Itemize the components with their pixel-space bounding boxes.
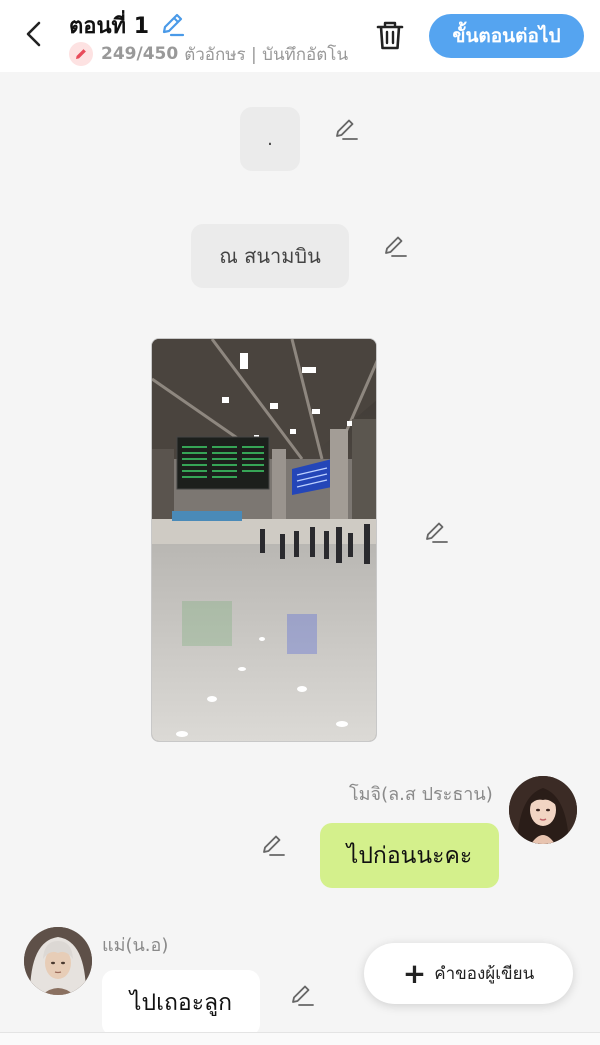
edit-pencil-icon[interactable] bbox=[289, 982, 315, 1008]
top-bar: ตอนที่ 1 249/450 ตัวอักษร | บันทึกอัตโนม… bbox=[0, 0, 600, 72]
plus-icon: + bbox=[402, 956, 427, 990]
trash-icon[interactable] bbox=[372, 18, 408, 54]
pencil-icon bbox=[69, 42, 93, 66]
narration-bubble[interactable]: . bbox=[240, 107, 300, 171]
story-image[interactable] bbox=[151, 338, 377, 742]
edit-pencil-icon[interactable] bbox=[382, 233, 408, 259]
author-note-button[interactable]: + คำของผู้เขียน bbox=[364, 943, 573, 1004]
edit-pencil-icon[interactable] bbox=[423, 519, 449, 545]
airport-photo bbox=[152, 339, 376, 741]
edit-title-icon[interactable] bbox=[158, 10, 186, 38]
speaker-name: โมจิ(ล.ส ประธาน) bbox=[349, 784, 493, 805]
character-count-suffix: ตัวอักษร | บันทึกอัตโนมัติ bbox=[184, 44, 349, 65]
speaker-name: แม่(น.อ) bbox=[102, 935, 169, 956]
back-button[interactable] bbox=[14, 14, 54, 54]
narration-bubble[interactable]: ณ สนามบิน bbox=[191, 224, 349, 288]
character-avatar[interactable] bbox=[509, 776, 577, 844]
author-note-label: คำของผู้เขียน bbox=[434, 964, 535, 984]
edit-pencil-icon[interactable] bbox=[260, 832, 286, 858]
autosave-status: 249/450 ตัวอักษร | บันทึกอัตโนมัติ bbox=[69, 40, 349, 68]
edit-pencil-icon[interactable] bbox=[333, 116, 359, 142]
bottom-toolbar bbox=[0, 1032, 600, 1045]
episode-title: ตอนที่ 1 bbox=[69, 14, 150, 39]
chat-bubble-left[interactable]: ไปเถอะลูก bbox=[102, 970, 260, 1036]
chevron-left-icon bbox=[26, 21, 41, 47]
chat-bubble-right[interactable]: ไปก่อนนะคะ bbox=[320, 823, 499, 888]
character-avatar[interactable] bbox=[24, 927, 92, 995]
character-count: 249/450 bbox=[101, 44, 179, 64]
next-step-button[interactable]: ขั้นตอนต่อไป bbox=[429, 14, 584, 58]
